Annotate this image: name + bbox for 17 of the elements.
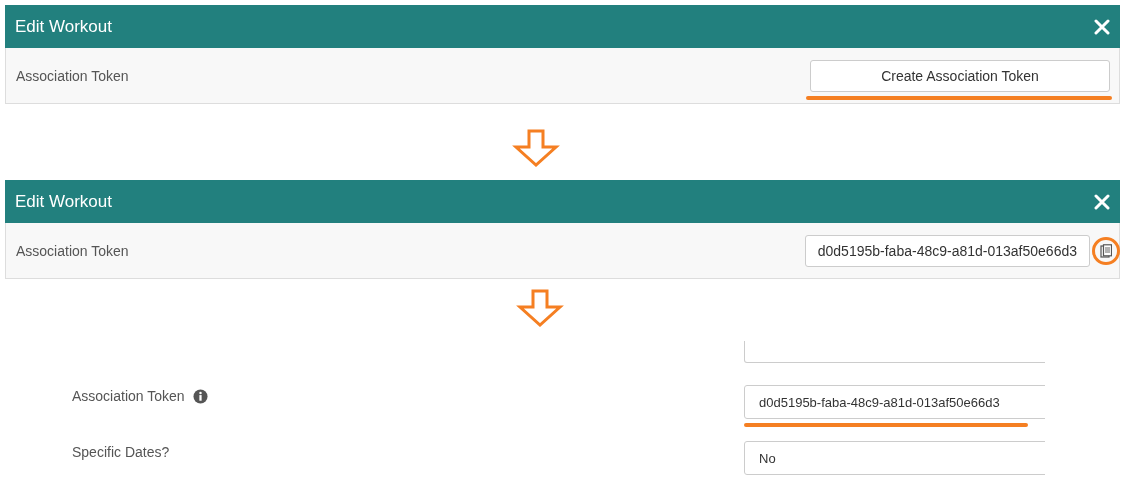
modal-title: Edit Workout — [15, 191, 112, 212]
field-label: Specific Dates? — [72, 444, 170, 460]
modal-title: Edit Workout — [15, 16, 112, 37]
info-icon[interactable] — [192, 389, 208, 404]
down-arrow-icon — [516, 289, 564, 327]
field-label: Association Token — [16, 242, 130, 259]
input-field[interactable]: No — [744, 441, 1045, 475]
field-label: Association Token — [72, 388, 185, 404]
input-field[interactable] — [744, 341, 1045, 363]
close-icon[interactable] — [1094, 193, 1110, 210]
close-icon[interactable] — [1094, 18, 1110, 35]
token-field[interactable]: d0d5195b-faba-48c9-a81d-013af50e66d3 — [804, 234, 1090, 267]
down-arrow-icon — [512, 129, 560, 167]
input-field[interactable]: d0d5195b-faba-48c9-a81d-013af50e66d3 — [744, 385, 1045, 419]
create-token-button[interactable]: Create Association Token — [810, 59, 1110, 92]
clipboard-icon[interactable] — [1100, 243, 1112, 258]
field-label: Association Token — [16, 67, 130, 84]
